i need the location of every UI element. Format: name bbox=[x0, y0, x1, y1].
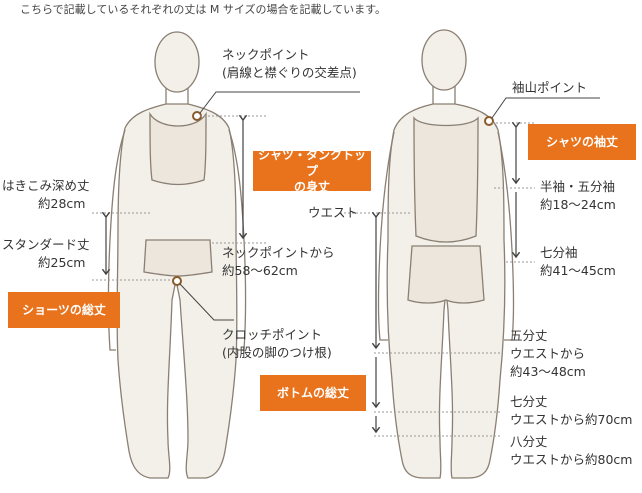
sleeve-point-leader bbox=[491, 97, 600, 119]
half-length-sub: ウエストから bbox=[510, 346, 586, 361]
neck-point-leader bbox=[199, 91, 360, 114]
neck-point-sub: (肩線と襟ぐりの交差点) bbox=[222, 65, 357, 80]
neck-point-title: ネックポイント bbox=[222, 47, 310, 62]
eight-length-value: ウエストから約80cm bbox=[510, 452, 633, 467]
shorts-badge: ショーツの総丈 bbox=[8, 292, 120, 328]
standard-rise-value: 約25cm bbox=[38, 255, 86, 270]
half-sleeve-value: 約18～24cm bbox=[540, 197, 616, 212]
crotch-point-title: クロッチポイント bbox=[222, 327, 323, 342]
three-quarter-sleeve-title: 七分袖 bbox=[540, 245, 578, 260]
crotch-point-marker bbox=[172, 276, 182, 286]
neck-point-marker bbox=[192, 111, 202, 121]
half-length-title: 五分丈 bbox=[510, 328, 548, 343]
bottoms-badge: ボトムの総丈 bbox=[260, 375, 366, 411]
shirt-length-badge-line1: シャツ・タンクトップ bbox=[257, 148, 366, 178]
three-quarter-sleeve-value: 約41～45cm bbox=[540, 263, 616, 278]
sleeve-point-marker bbox=[484, 116, 494, 126]
half-sleeve-title: 半袖・五分袖 bbox=[540, 179, 616, 194]
half-length-value: 約43～48cm bbox=[510, 364, 586, 379]
sleeve-point-label: 袖山ポイント bbox=[512, 80, 588, 95]
deep-rise-title: はきこみ深め丈 bbox=[2, 178, 90, 193]
crotch-point-sub: (内股の脚のつけ根) bbox=[222, 345, 332, 360]
shirt-length-badge: シャツ・タンクトップ の身丈 bbox=[253, 148, 371, 194]
shirt-length-badge-line2: の身丈 bbox=[293, 180, 330, 194]
size-diagram: こちらで記載しているそれぞれの丈は M サイズの場合を記載しています。 ネックポ… bbox=[0, 0, 642, 493]
deep-rise-value: 約28cm bbox=[38, 196, 86, 211]
seven-length-value: ウエストから約70cm bbox=[510, 412, 633, 427]
seven-length-title: 七分丈 bbox=[510, 394, 548, 409]
sleeve-badge: シャツの袖丈 bbox=[528, 124, 636, 160]
shirt-length-value: 約58～62cm bbox=[222, 263, 298, 278]
waist-label: ウエスト bbox=[308, 205, 359, 220]
size-note: こちらで記載しているそれぞれの丈は M サイズの場合を記載しています。 bbox=[20, 3, 387, 16]
shirt-length-title: ネックポイントから bbox=[222, 245, 335, 260]
eight-length-title: 八分丈 bbox=[510, 434, 548, 449]
back-figure bbox=[377, 29, 515, 479]
standard-rise-title: スタンダード丈 bbox=[2, 237, 90, 252]
